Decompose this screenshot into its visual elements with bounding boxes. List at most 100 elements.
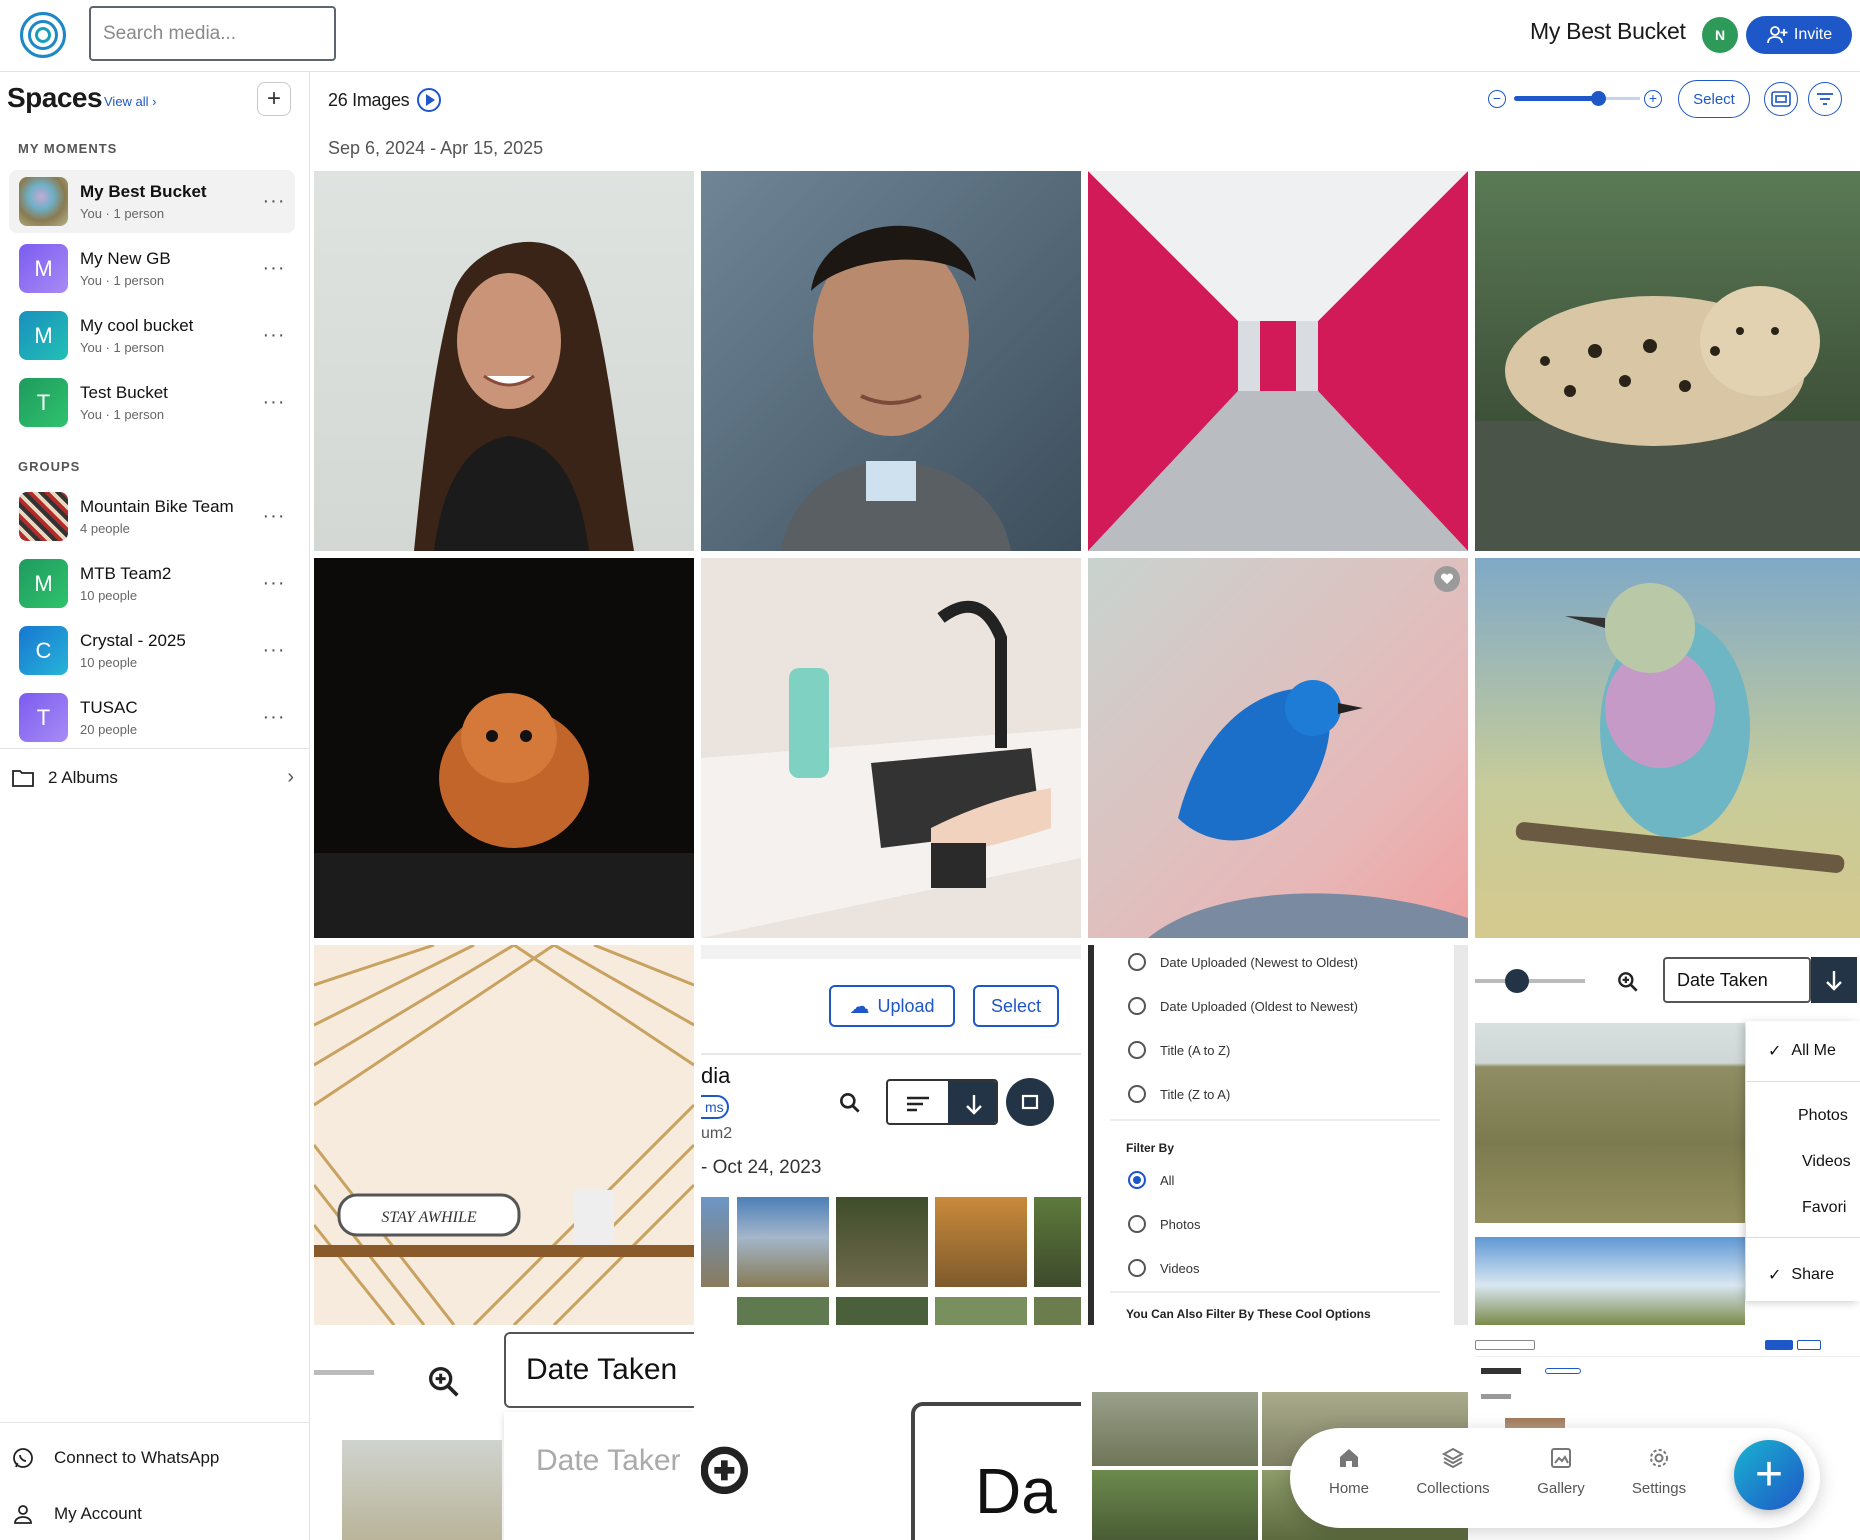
- menu-item-favorites[interactable]: Favori: [1802, 1199, 1846, 1217]
- zoom-in-icon: [701, 1446, 748, 1494]
- arrow-down-icon[interactable]: [948, 1081, 996, 1123]
- space-item-test-bucket[interactable]: T Test Bucket You · 1 person ···: [9, 371, 295, 434]
- date-taken-dropdown[interactable]: Date Taken: [1663, 957, 1811, 1003]
- whatsapp-icon: [13, 1448, 33, 1468]
- space-item-my-best-bucket[interactable]: My Best Bucket You · 1 person ···: [9, 170, 295, 233]
- space-name: My cool bucket: [80, 316, 194, 335]
- checkmark-icon: ✓: [1768, 1267, 1782, 1284]
- menu-item-videos[interactable]: Videos: [1802, 1153, 1851, 1171]
- favorite-heart-icon[interactable]: [1434, 566, 1460, 592]
- app-logo-icon[interactable]: [20, 12, 66, 58]
- space-members: You · 1 person: [80, 206, 165, 221]
- more-options-icon[interactable]: ···: [259, 324, 289, 347]
- slideshow-play-icon[interactable]: [417, 88, 442, 112]
- more-options-icon[interactable]: ···: [259, 639, 289, 662]
- photo-tile-stay-awhile-wall[interactable]: STAY AWHILE: [314, 945, 694, 1325]
- space-name: Test Bucket: [80, 383, 168, 402]
- photo-tile-woman-portrait[interactable]: [314, 171, 694, 551]
- chevron-right-icon: ›: [287, 766, 294, 788]
- menu-item-all-media[interactable]: ✓ All Me: [1768, 1041, 1836, 1061]
- zoom-slider-track[interactable]: [1514, 96, 1598, 101]
- filter-option[interactable]: All: [1128, 1171, 1174, 1189]
- menu-item-label: Share: [1791, 1266, 1835, 1283]
- my-account-label: My Account: [54, 1504, 142, 1523]
- fullscreen-icon[interactable]: [1006, 1078, 1054, 1126]
- screenshot-tile-sort-filter-menu[interactable]: Date Uploaded (Newest to Oldest) Date Up…: [1088, 945, 1468, 1325]
- zoom-in-icon[interactable]: +: [1644, 90, 1662, 108]
- more-options-icon[interactable]: ···: [259, 257, 289, 280]
- fullscreen-icon[interactable]: [1764, 82, 1798, 116]
- connect-whatsapp-link[interactable]: Connect to WhatsApp: [12, 1447, 219, 1469]
- select-button-screenshot[interactable]: Select: [973, 985, 1059, 1027]
- my-account-link[interactable]: My Account: [12, 1503, 142, 1525]
- invite-label: Invite: [1793, 26, 1833, 43]
- zoom-in-icon[interactable]: [1615, 969, 1641, 995]
- photo-grid: STAY AWHILE ☁ Upload Select dia ms um2 - …: [314, 171, 1860, 1540]
- nav-label: Home: [1328, 1480, 1369, 1497]
- search-icon[interactable]: [837, 1090, 863, 1116]
- nav-gallery[interactable]: Gallery: [1516, 1446, 1606, 1497]
- spaces-sidebar: Spaces View all › + MY MOMENTS My Best B…: [0, 72, 310, 1540]
- space-item-my-new-gb[interactable]: M My New GB You · 1 person ···: [9, 237, 295, 300]
- view-all-link[interactable]: View all ›: [104, 94, 157, 109]
- sort-control[interactable]: [886, 1079, 998, 1125]
- albums-row[interactable]: 2 Albums ›: [0, 748, 310, 806]
- more-options-icon[interactable]: ···: [259, 190, 289, 213]
- photo-tile-squirrel[interactable]: [314, 558, 694, 938]
- space-initial-tile: M: [19, 244, 68, 293]
- space-item-my-cool-bucket[interactable]: M My cool bucket You · 1 person ···: [9, 304, 295, 367]
- filter-icon[interactable]: [1808, 82, 1842, 116]
- sort-option[interactable]: Title (A to Z): [1128, 1041, 1230, 1059]
- photo-tile-sink-cleaning[interactable]: [701, 558, 1081, 938]
- more-options-icon[interactable]: ···: [259, 706, 289, 729]
- photo-tile-leopard[interactable]: [1475, 171, 1860, 551]
- sort-option[interactable]: Date Uploaded (Oldest to Newest): [1128, 997, 1358, 1015]
- home-icon: [1340, 1449, 1358, 1467]
- nav-settings[interactable]: Settings: [1614, 1446, 1704, 1497]
- filter-option[interactable]: Photos: [1128, 1215, 1200, 1233]
- invite-button[interactable]: Invite: [1746, 16, 1852, 54]
- filter-option[interactable]: Videos: [1128, 1259, 1200, 1277]
- select-button[interactable]: Select: [1678, 80, 1750, 118]
- space-members: You · 1 person: [80, 340, 165, 355]
- search-input[interactable]: [103, 22, 348, 45]
- nav-collections[interactable]: Collections: [1408, 1446, 1498, 1497]
- upload-button[interactable]: ☁ Upload: [829, 985, 955, 1027]
- search-box[interactable]: [89, 6, 348, 61]
- photo-tile-man-portrait[interactable]: [701, 171, 1081, 551]
- menu-item-photos[interactable]: Photos: [1798, 1107, 1848, 1125]
- more-options-icon[interactable]: ···: [259, 505, 289, 528]
- radio-unchecked-icon: [1128, 997, 1146, 1015]
- group-item-mtb-team2[interactable]: M MTB Team2 10 people ···: [9, 552, 295, 615]
- more-options-icon[interactable]: ···: [259, 572, 289, 595]
- add-space-button[interactable]: +: [257, 82, 291, 116]
- photo-tile-blue-bird[interactable]: [1088, 558, 1468, 938]
- arrow-down-icon[interactable]: [1811, 957, 1857, 1003]
- group-item-tusac[interactable]: T TUSAC 20 people ···: [9, 686, 295, 749]
- space-members: You · 1 person: [80, 273, 165, 288]
- date-taken-dropdown-zoomed[interactable]: Date Taken: [504, 1332, 694, 1408]
- filter-option-label: Photos: [1160, 1216, 1201, 1232]
- radio-unchecked-icon: [1128, 1215, 1146, 1233]
- add-media-fab[interactable]: +: [1734, 1440, 1804, 1510]
- user-avatar[interactable]: N: [1702, 17, 1738, 53]
- zoom-slider-handle[interactable]: [1591, 91, 1606, 106]
- menu-item-shared[interactable]: ✓ Share: [1768, 1265, 1834, 1285]
- space-members: You · 1 person: [80, 407, 165, 422]
- sort-option[interactable]: Title (Z to A): [1128, 1085, 1230, 1103]
- sort-option[interactable]: Date Uploaded (Newest to Oldest): [1128, 953, 1358, 971]
- zoom-out-icon[interactable]: −: [1488, 90, 1506, 108]
- screenshot-tile-zoomed-date-taken[interactable]: Date Taken Date Taker: [314, 1332, 694, 1540]
- group-item-crystal-2025[interactable]: C Crystal - 2025 10 people ···: [9, 619, 295, 682]
- zoom-in-icon[interactable]: [424, 1362, 464, 1402]
- more-options-icon[interactable]: ···: [259, 391, 289, 414]
- group-name: MTB Team2: [80, 564, 172, 583]
- photo-tile-storage-corridor[interactable]: [1088, 171, 1468, 551]
- group-members: 10 people: [80, 655, 138, 670]
- group-item-mountain-bike-team[interactable]: Mountain Bike Team 4 people ···: [9, 485, 295, 548]
- photo-tile-lilac-roller[interactable]: [1475, 558, 1860, 938]
- screenshot-tile-zoomed-blur[interactable]: Da: [701, 1332, 1081, 1540]
- screenshot-tile-upload-toolbar[interactable]: ☁ Upload Select dia ms um2 - Oct 24, 2023: [701, 945, 1081, 1325]
- nav-home[interactable]: Home: [1304, 1446, 1394, 1497]
- screenshot-tile-date-taken-menu[interactable]: Date Taken ✓ All Me Photos Videos Favori …: [1475, 945, 1860, 1325]
